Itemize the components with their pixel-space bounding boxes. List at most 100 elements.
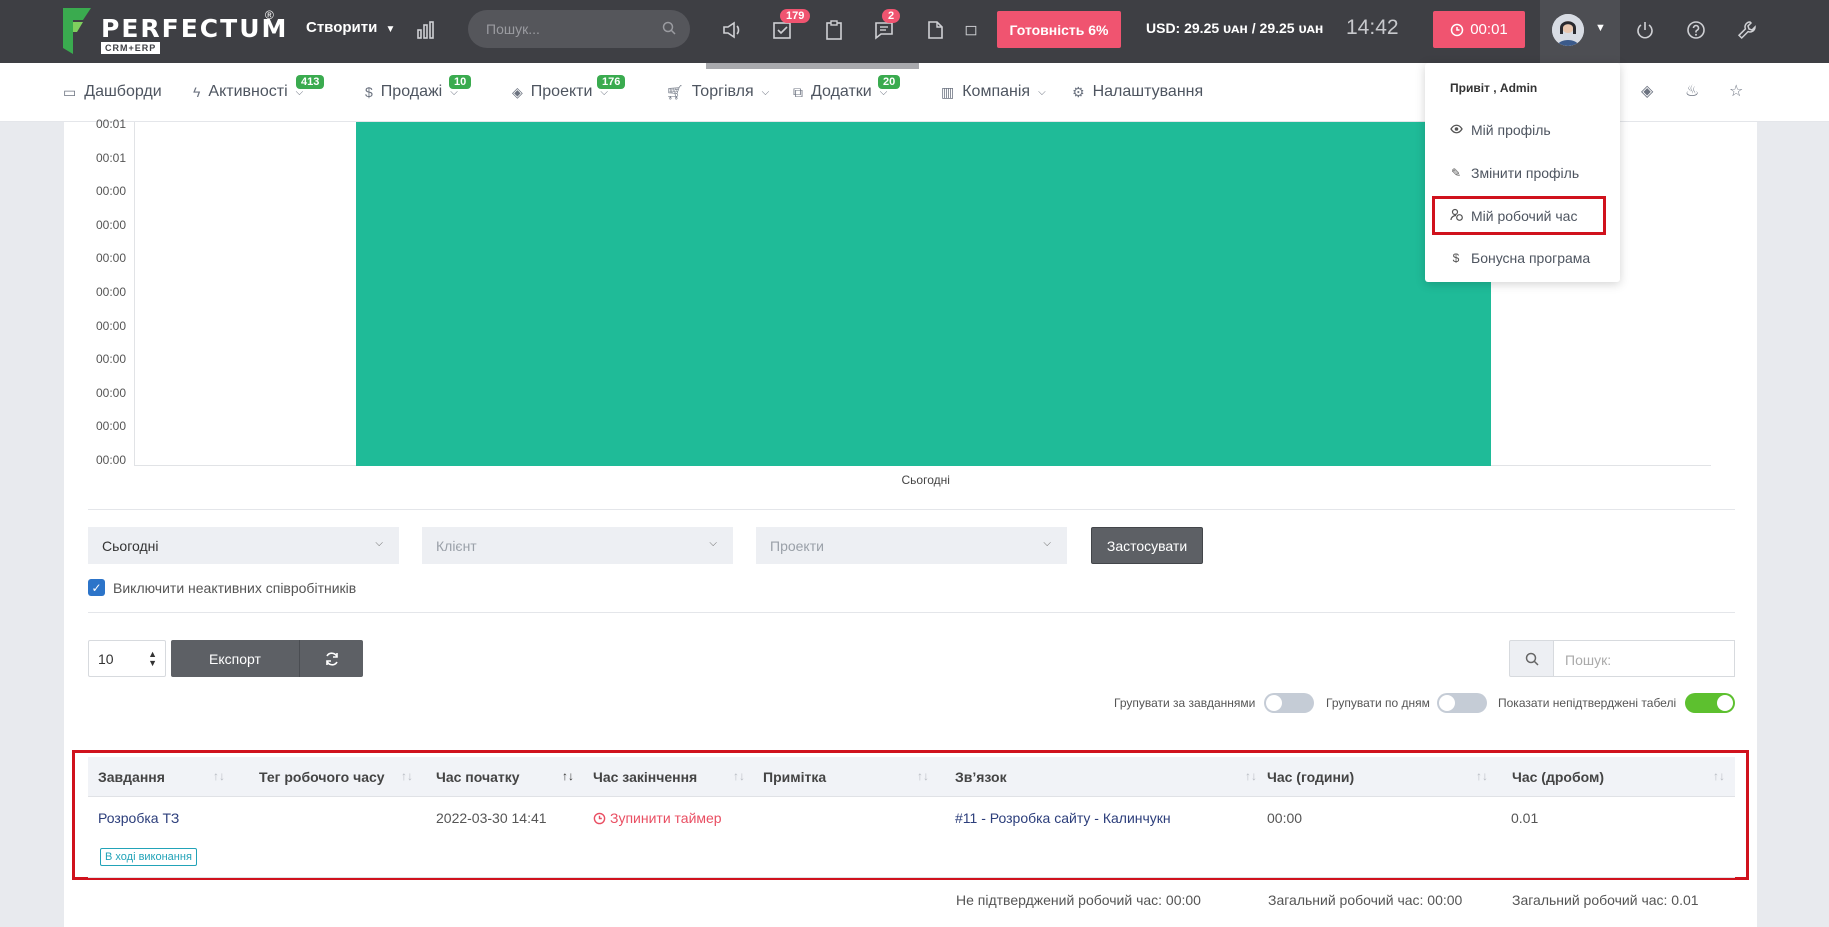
menu-item-my-profile[interactable]: Мій профіль — [1449, 122, 1551, 138]
per-page-select[interactable]: 10 ▲ ▼ — [88, 640, 166, 677]
nav-item-activities[interactable]: ϟ Активності ⌵ 413 — [193, 75, 325, 101]
global-search-input[interactable]: Пошук... — [468, 10, 690, 48]
nav-item-sales[interactable]: $ Продажі ⌵ 10 — [365, 75, 472, 101]
messages-icon[interactable]: 2 — [870, 9, 901, 44]
table-header: Завдання ↑↓ Тег робочого часу ↑↓ Час поч… — [88, 757, 1735, 797]
timer-button[interactable]: 00:01 — [1433, 11, 1525, 48]
nav-item-dashboards[interactable]: ▭ Дашборди — [63, 83, 162, 101]
y-tick-label: 00:00 — [95, 318, 126, 333]
help-icon[interactable] — [1682, 16, 1710, 44]
table-search-button[interactable] — [1509, 640, 1554, 677]
task-link[interactable]: Розробка ТЗ — [98, 810, 179, 826]
readiness-button[interactable]: Готовність 6% — [997, 11, 1121, 48]
logo[interactable]: PERFECTUM ® CRM+ERP — [63, 8, 286, 54]
sort-icon[interactable]: ↑↓ — [401, 769, 413, 783]
toggle-knob — [1717, 695, 1733, 711]
group-by-days-label: Групувати по дням — [1326, 696, 1430, 710]
nav-item-addons[interactable]: ⧉ Додатки ⌵ 20 — [793, 75, 901, 101]
power-icon[interactable] — [1631, 16, 1659, 44]
calendar-icon[interactable] — [965, 16, 977, 44]
column-header-fraction[interactable]: Час (дробом) — [1512, 769, 1604, 785]
eye-icon — [1449, 123, 1463, 137]
exclude-inactive-label: Виключити неактивних співробітників — [113, 579, 357, 596]
y-tick-label: 00:00 — [95, 184, 126, 199]
sort-icon[interactable]: ↑↓ — [1713, 769, 1725, 783]
tasks-badge: 179 — [780, 9, 811, 23]
clipboard-icon[interactable] — [820, 16, 848, 44]
projects-select[interactable]: Проекти ⌵ — [756, 527, 1067, 564]
chevron-down-icon: ▼ — [1595, 22, 1606, 34]
column-header-end[interactable]: Час закінчення — [593, 769, 697, 785]
refresh-button[interactable] — [299, 640, 363, 677]
sort-icon[interactable]: ↑↓ — [213, 769, 225, 783]
nav-item-company[interactable]: ▥ Компанія ⌵ — [941, 83, 1046, 101]
menu-item-label: Змінити профіль — [1471, 165, 1580, 181]
client-select[interactable]: Клієнт ⌵ — [422, 527, 733, 564]
sort-desc-icon[interactable]: ↑↓ — [562, 769, 574, 783]
nav-item-trade[interactable]: 🛒︎ Торгівля ⌵ — [666, 83, 769, 101]
chart-bar[interactable] — [355, 122, 1492, 466]
column-header-hours[interactable]: Час (години) — [1267, 769, 1354, 785]
wrench-icon[interactable] — [1733, 16, 1761, 44]
tasks-icon[interactable]: 179 — [768, 9, 811, 44]
global-search-placeholder: Пошук... — [486, 21, 540, 37]
apply-button[interactable]: Застосувати — [1091, 527, 1203, 564]
group-by-tasks-toggle[interactable] — [1264, 693, 1314, 713]
show-unconfirmed-label: Показати непідтверджені табелі — [1498, 696, 1677, 710]
x-tick-label: Сьогодні — [901, 473, 950, 487]
stop-timer-link[interactable]: Зупинити таймер — [593, 810, 722, 826]
y-tick-label: 00:01 — [95, 117, 126, 131]
logo-mark-icon — [63, 8, 91, 54]
divider — [88, 509, 1735, 510]
star-icon[interactable]: ☆ — [1729, 81, 1743, 101]
column-header-relation[interactable]: Зв’язок — [955, 769, 1007, 785]
group-by-tasks-label: Групувати за завданнями — [1114, 696, 1256, 710]
show-unconfirmed-toggle[interactable] — [1685, 693, 1735, 713]
nav-badge: 20 — [878, 75, 901, 89]
menu-item-bonus-program[interactable]: $ Бонусна програма — [1449, 250, 1591, 266]
table-search-input[interactable]: Пошук: — [1553, 640, 1735, 677]
greeting: Привіт , Admin — [1450, 81, 1538, 95]
group-by-days-toggle[interactable] — [1437, 693, 1487, 713]
document-icon[interactable] — [921, 16, 949, 44]
loading-bar — [706, 63, 919, 69]
nav-item-label: Проекти — [530, 83, 593, 100]
nav-item-label: Торгівля — [691, 83, 754, 100]
y-tick-label: 00:00 — [95, 385, 126, 400]
column-header-start[interactable]: Час початку — [436, 769, 520, 785]
sort-icon[interactable]: ↑↓ — [1245, 769, 1257, 783]
period-select[interactable]: Сьогодні ⌵ — [88, 527, 399, 564]
chevron-down-icon: ⌵ — [1038, 86, 1046, 98]
layers-icon[interactable]: ◈ — [1641, 81, 1653, 101]
stats-icon[interactable] — [412, 16, 440, 44]
column-header-note[interactable]: Примітка — [763, 769, 826, 785]
export-button[interactable]: Експорт — [171, 640, 299, 677]
cart-icon: 🛒︎ — [666, 83, 684, 100]
sort-icon[interactable]: ↑↓ — [917, 769, 929, 783]
search-icon — [662, 21, 676, 38]
y-tick-label: 00:00 — [95, 352, 126, 367]
fire-icon[interactable]: ♨ — [1685, 81, 1699, 101]
chevron-down-icon: ⌵ — [375, 538, 383, 549]
messages-badge: 2 — [882, 9, 901, 23]
column-header-task[interactable]: Завдання — [98, 769, 165, 785]
nav-badge: 413 — [296, 75, 325, 89]
relation-link[interactable]: #11 - Розробка сайту - Калинчукн — [955, 810, 1171, 826]
highlight-box — [1432, 196, 1606, 235]
nav-badge: 176 — [597, 75, 626, 89]
nav-item-label: Дашборди — [84, 83, 162, 100]
unconfirmed-total: Не підтверджений робочий час: 00:00 — [956, 892, 1201, 908]
user-menu-button[interactable]: ▼ — [1540, 0, 1620, 63]
create-menu-button[interactable]: Створити ▼ — [306, 19, 395, 36]
sort-icon[interactable]: ↑↓ — [1476, 769, 1488, 783]
nav-badge: 10 — [449, 75, 472, 89]
sort-icon[interactable]: ↑↓ — [733, 769, 745, 783]
menu-item-label: Мій профіль — [1471, 122, 1551, 138]
nav-item-projects[interactable]: ◈ Проекти ⌵ 176 — [512, 75, 626, 101]
exclude-inactive-checkbox[interactable]: ✓ — [88, 579, 105, 596]
y-tick-label: 00:00 — [95, 285, 126, 299]
menu-item-edit-profile[interactable]: ✎ Змінити профіль — [1449, 165, 1579, 181]
announcements-icon[interactable] — [718, 16, 746, 44]
nav-item-settings[interactable]: ⚙ Налаштування — [1072, 83, 1203, 101]
column-header-tag[interactable]: Тег робочого часу — [259, 769, 385, 785]
